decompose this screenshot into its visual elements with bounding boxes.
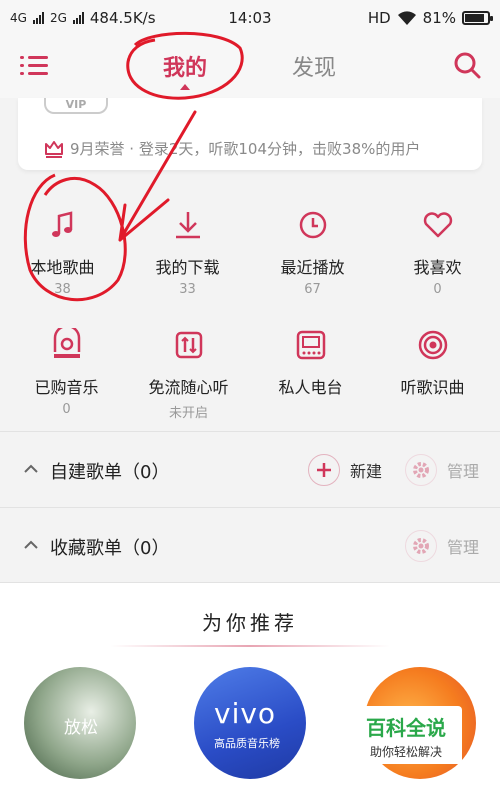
recommend-card-label: 放松 — [64, 718, 98, 738]
vip-badge: VIP — [44, 98, 108, 114]
signal-icon-2 — [72, 12, 84, 24]
my-downloads-item[interactable]: 我的下载 33 — [125, 208, 250, 297]
header: 我的 发现 — [0, 36, 500, 98]
hd-indicator: HD — [367, 9, 391, 27]
gear-icon — [405, 454, 437, 486]
recent-play-count: 67 — [304, 282, 321, 297]
signal-icon — [32, 12, 44, 24]
network-type-2: 2G — [49, 11, 67, 25]
chevron-up-icon[interactable] — [24, 462, 38, 476]
plus-icon — [308, 454, 340, 486]
collected-playlists-title[interactable]: 收藏歌单（0） — [50, 534, 169, 560]
data-free-icon — [175, 331, 202, 359]
purchased-music-label: 已购音乐 — [34, 378, 99, 397]
data-free-item[interactable]: 免流随心听 未开启 — [126, 328, 251, 421]
watermark-title: 百科全说 — [366, 716, 446, 740]
network-speed: 484.5K/s — [89, 9, 156, 27]
recommend-card-relax[interactable]: 放松 — [24, 667, 136, 779]
recent-play-item[interactable]: 最近播放 67 — [250, 208, 375, 297]
local-songs-count: 38 — [54, 282, 71, 297]
vivo-logo: vivo — [214, 697, 277, 730]
vivo-chart-subtitle: 高品质音乐榜 — [214, 737, 280, 750]
download-icon — [175, 212, 200, 239]
data-free-label: 免流随心听 — [148, 378, 229, 397]
clock-icon — [299, 211, 326, 239]
gear-icon — [405, 530, 437, 562]
manage-created-button[interactable]: 管理 — [405, 454, 479, 486]
battery-icon — [462, 11, 493, 25]
created-playlists-section: 自建歌单（0） 新建 管理 — [0, 431, 500, 507]
active-tab-indicator — [180, 84, 190, 90]
status-bar: 4G 2G 484.5K/s 14:03 HD 81% — [0, 0, 500, 36]
recommend-card-vivo[interactable]: vivo 高品质音乐榜 — [194, 667, 306, 779]
battery-percent: 81% — [422, 9, 456, 27]
favorites-label: 我喜欢 — [413, 258, 462, 277]
wifi-icon — [397, 11, 416, 25]
favorites-item[interactable]: 我喜欢 0 — [375, 208, 500, 297]
recognize-song-item[interactable]: 听歌识曲 — [370, 328, 495, 398]
purchased-music-icon — [53, 324, 80, 358]
network-type-1: 4G — [10, 11, 27, 25]
favorites-count: 0 — [433, 282, 442, 297]
manage-collected-label: 管理 — [447, 538, 480, 557]
new-playlist-label: 新建 — [350, 462, 383, 481]
recognize-song-icon — [418, 330, 447, 360]
search-icon[interactable] — [452, 50, 482, 80]
honor-text: 9月荣誉 · 登录2天，听歌104分钟，击败38%的用户 — [70, 140, 421, 158]
profile-card[interactable]: VIP 9月荣誉 · 登录2天，听歌104分钟，击败38%的用户 — [18, 98, 482, 170]
my-downloads-count: 33 — [179, 282, 196, 297]
heart-icon — [423, 212, 452, 238]
data-free-status: 未开启 — [168, 406, 208, 421]
recommend-title: 为你推荐 — [202, 611, 298, 635]
chevron-up-icon[interactable] — [24, 538, 38, 552]
new-playlist-button[interactable]: 新建 — [308, 454, 382, 486]
recommend-divider — [110, 645, 390, 647]
collected-playlists-section: 收藏歌单（0） 管理 — [0, 507, 500, 583]
tab-discover[interactable]: 发现 — [292, 50, 336, 82]
crown-icon — [45, 140, 63, 158]
watermark-subtitle: 助你轻松解决 — [369, 745, 442, 759]
recognize-song-label: 听歌识曲 — [400, 378, 465, 397]
music-note-icon — [51, 211, 72, 237]
tab-mine[interactable]: 我的 — [163, 50, 207, 82]
recent-play-label: 最近播放 — [280, 258, 345, 277]
manage-created-label: 管理 — [447, 462, 480, 481]
manage-collected-button[interactable]: 管理 — [405, 530, 479, 562]
honor-line[interactable]: 9月荣誉 · 登录2天，听歌104分钟，击败38%的用户 — [44, 138, 420, 159]
purchased-music-count: 0 — [62, 402, 71, 417]
created-playlists-title[interactable]: 自建歌单（0） — [50, 458, 169, 484]
local-songs-label: 本地歌曲 — [30, 258, 95, 277]
purchased-music-item[interactable]: 已购音乐 0 — [4, 324, 129, 417]
local-songs-item[interactable]: 本地歌曲 38 — [0, 208, 125, 297]
my-downloads-label: 我的下载 — [155, 258, 220, 277]
private-radio-item[interactable]: 私人电台 — [248, 328, 373, 398]
menu-icon[interactable] — [20, 54, 48, 78]
private-radio-label: 私人电台 — [278, 378, 343, 397]
radio-icon — [296, 330, 325, 360]
watermark: 百科全说 助你轻松解决 — [350, 706, 462, 764]
